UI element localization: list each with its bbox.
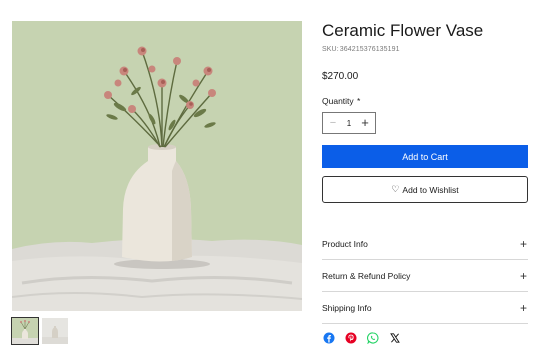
add-to-cart-button[interactable]: Add to Cart: [322, 145, 528, 168]
social-share-bar: [323, 332, 401, 344]
required-mark: *: [357, 96, 361, 106]
quantity-label: Quantity *: [322, 96, 528, 106]
expand-plus-icon: +: [519, 268, 527, 283]
sku-value: 364215376135191: [339, 46, 400, 53]
thumbnail-strip: [11, 317, 68, 345]
quantity-label-text: Quantity: [322, 96, 354, 106]
x-icon[interactable]: [389, 332, 401, 344]
thumbnail-vase-empty-illustration: [42, 318, 68, 344]
accordion-shipping-info[interactable]: Shipping Info +: [322, 292, 528, 324]
sku-label: SKU:: [322, 46, 339, 53]
accordion-label: Shipping Info: [322, 302, 372, 313]
product-sku: SKU:364215376135191: [322, 46, 528, 53]
quantity-increase-button[interactable]: +: [359, 116, 371, 129]
vase-photo-illustration: [12, 21, 302, 311]
quantity-value[interactable]: 1: [342, 119, 356, 128]
accordion-label: Return & Refund Policy: [322, 270, 411, 281]
accordion-return-refund-policy[interactable]: Return & Refund Policy +: [322, 260, 528, 292]
product-price: $270.00: [322, 71, 359, 82]
facebook-icon-graphic: [323, 332, 335, 344]
whatsapp-icon-graphic: [367, 332, 379, 344]
x-icon-graphic: [390, 333, 400, 343]
add-to-wishlist-button[interactable]: ♡ Add to Wishlist: [322, 176, 528, 203]
thumbnail-vase-flowers-illustration: [12, 318, 38, 344]
quantity-stepper: − 1 +: [322, 112, 376, 134]
quantity-decrease-button[interactable]: −: [327, 117, 339, 129]
pinterest-icon-graphic: [345, 332, 357, 344]
accordion-label: Product Info: [322, 238, 368, 249]
product-info-panel: Ceramic Flower Vase SKU:364215376135191 …: [322, 20, 528, 324]
accordion-product-info[interactable]: Product Info +: [322, 228, 528, 260]
pinterest-icon[interactable]: [345, 332, 357, 344]
product-accordion: Product Info + Return & Refund Policy + …: [322, 228, 528, 324]
facebook-icon[interactable]: [323, 332, 335, 344]
expand-plus-icon: +: [519, 236, 527, 251]
whatsapp-icon[interactable]: [367, 332, 379, 344]
thumbnail-vase-with-flowers[interactable]: [11, 317, 39, 345]
heart-icon: ♡: [391, 184, 400, 194]
thumbnail-vase-empty[interactable]: [42, 318, 68, 344]
product-main-image[interactable]: [12, 21, 302, 311]
product-title: Ceramic Flower Vase: [322, 21, 484, 40]
expand-plus-icon: +: [519, 300, 527, 315]
add-to-wishlist-label: Add to Wishlist: [402, 184, 459, 195]
